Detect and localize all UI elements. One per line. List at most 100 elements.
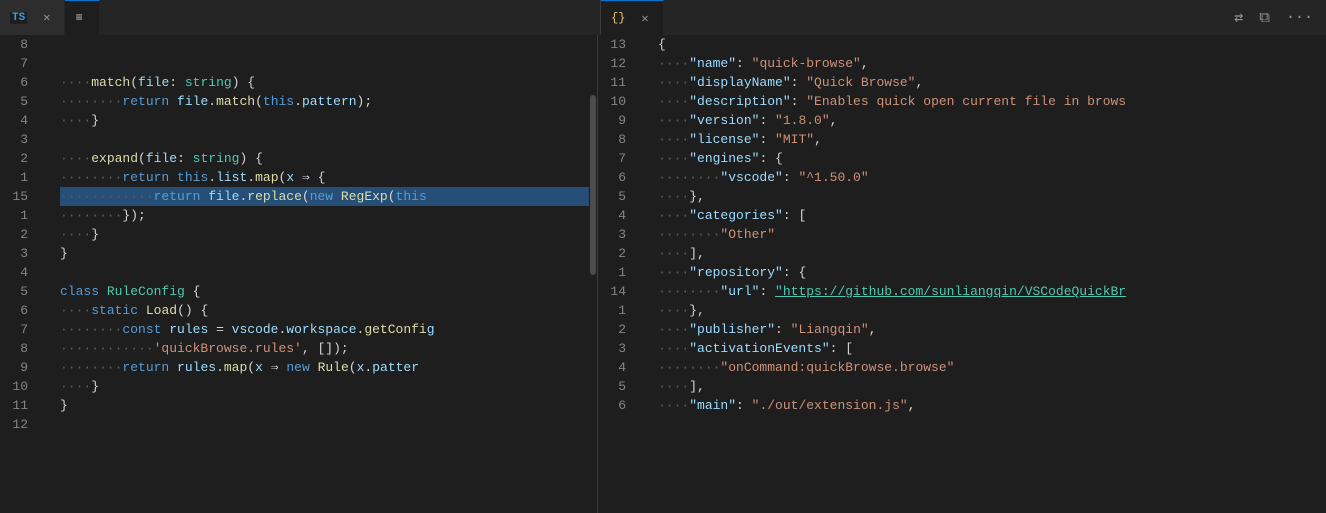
tab-spacer xyxy=(664,0,1222,35)
code-line: ····"name": "quick-browse", xyxy=(658,54,1316,73)
line-number: 3 xyxy=(610,225,630,244)
line-number: 1 xyxy=(610,263,630,282)
line-number: 10 xyxy=(610,92,630,111)
right-code-area[interactable]: 1312111098765432114123456 {····"name": "… xyxy=(598,35,1326,513)
line-number: 5 xyxy=(12,92,32,111)
code-line: ····"description": "Enables quick open c… xyxy=(658,92,1316,111)
left-scroll[interactable] xyxy=(589,35,597,513)
line-number: 3 xyxy=(610,339,630,358)
code-line: ········return rules.map(x ⇒ new Rule(x.… xyxy=(60,358,589,377)
line-number: 8 xyxy=(12,35,32,54)
code-line: } xyxy=(60,396,589,415)
line-number: 7 xyxy=(610,149,630,168)
tab-actions-right: ⇄ ⧉ ··· xyxy=(1221,0,1326,35)
code-line: ····"main": "./out/extension.js", xyxy=(658,396,1316,415)
code-line: ····"publisher": "Liangqin", xyxy=(658,320,1316,339)
tab-close-package-json[interactable]: ✕ xyxy=(637,9,652,28)
line-number: 9 xyxy=(610,111,630,130)
line-number: 4 xyxy=(610,206,630,225)
more-actions-icon[interactable]: ··· xyxy=(1281,7,1318,28)
code-line: ········return this.list.map(x ⇒ { xyxy=(60,168,589,187)
tab-close-extension-ts[interactable]: ✕ xyxy=(39,8,54,27)
code-line xyxy=(60,54,589,73)
right-gutter xyxy=(640,35,654,513)
code-line: ····"license": "MIT", xyxy=(658,130,1316,149)
line-number: 7 xyxy=(12,320,32,339)
right-code-content[interactable]: {····"name": "quick-browse",····"display… xyxy=(654,35,1316,513)
code-line: ····], xyxy=(658,377,1316,396)
left-editor-pane: 8765432115123456789101112 ····match(file… xyxy=(0,35,598,513)
code-line: ····"activationEvents": [ xyxy=(658,339,1316,358)
split-editor-icon[interactable]: ⧉ xyxy=(1254,7,1275,29)
code-line: ········}); xyxy=(60,206,589,225)
left-code-area[interactable]: 8765432115123456789101112 ····match(file… xyxy=(0,35,597,513)
code-line xyxy=(60,130,589,149)
right-line-numbers: 1312111098765432114123456 xyxy=(598,35,640,513)
line-number: 4 xyxy=(12,263,32,282)
line-number: 11 xyxy=(610,73,630,92)
line-number: 6 xyxy=(12,301,32,320)
line-number: 2 xyxy=(12,149,32,168)
line-number: 12 xyxy=(12,415,32,434)
line-number: 13 xyxy=(610,35,630,54)
tab-notes-txt[interactable]: ≡ xyxy=(65,0,99,35)
line-number: 4 xyxy=(610,358,630,377)
line-number: 2 xyxy=(610,320,630,339)
editors-container: 8765432115123456789101112 ····match(file… xyxy=(0,35,1326,513)
line-number: 8 xyxy=(610,130,630,149)
code-line: ····static Load() { xyxy=(60,301,589,320)
right-tab-group: {} ✕ ⇄ ⧉ ··· xyxy=(601,0,1326,35)
line-number: 9 xyxy=(12,358,32,377)
code-line: ····} xyxy=(60,225,589,244)
code-line: ····"categories": [ xyxy=(658,206,1316,225)
code-line xyxy=(60,263,589,282)
code-line xyxy=(60,415,589,434)
tab-package-json[interactable]: {} ✕ xyxy=(601,0,664,35)
left-code-content[interactable]: ····match(file: string) {········return … xyxy=(56,35,589,513)
left-scroll-thumb[interactable] xyxy=(590,95,596,275)
code-line xyxy=(60,35,589,54)
line-number: 1 xyxy=(12,206,32,225)
code-line: ····}, xyxy=(658,187,1316,206)
line-number: 14 xyxy=(610,282,630,301)
code-line: ····match(file: string) { xyxy=(60,73,589,92)
left-tab-group: TS ✕ ≡ xyxy=(0,0,600,35)
tab-extension-ts[interactable]: TS ✕ xyxy=(0,0,65,35)
code-line: { xyxy=(658,35,1316,54)
code-line: ····"repository": { xyxy=(658,263,1316,282)
code-line: ····} xyxy=(60,111,589,130)
code-line: ············'quickBrowse.rules', []); xyxy=(60,339,589,358)
line-number: 2 xyxy=(12,225,32,244)
code-line: ········"onCommand:quickBrowse.browse" xyxy=(658,358,1316,377)
code-line: ············return file.replace(new RegE… xyxy=(60,187,589,206)
line-number: 3 xyxy=(12,130,32,149)
line-number: 12 xyxy=(610,54,630,73)
code-line: ········return file.match(this.pattern); xyxy=(60,92,589,111)
code-line: ····} xyxy=(60,377,589,396)
right-minimap xyxy=(1316,35,1326,513)
line-number: 3 xyxy=(12,244,32,263)
goto-definition-icon[interactable]: ⇄ xyxy=(1229,6,1248,29)
tab-bar: TS ✕ ≡ {} ✕ ⇄ ⧉ ··· xyxy=(0,0,1326,35)
line-number: 6 xyxy=(12,73,32,92)
code-line: } xyxy=(60,244,589,263)
code-line: ····"version": "1.8.0", xyxy=(658,111,1316,130)
json-icon: {} xyxy=(611,11,625,25)
line-number: 5 xyxy=(610,377,630,396)
tab-overflow-left[interactable] xyxy=(100,0,116,35)
line-number: 7 xyxy=(12,54,32,73)
line-number: 15 xyxy=(12,187,32,206)
line-number: 4 xyxy=(12,111,32,130)
code-line: ····expand(file: string) { xyxy=(60,149,589,168)
line-number: 5 xyxy=(610,187,630,206)
left-line-numbers: 8765432115123456789101112 xyxy=(0,35,42,513)
code-line: ····], xyxy=(658,244,1316,263)
right-editor-pane: 1312111098765432114123456 {····"name": "… xyxy=(598,35,1326,513)
code-line: ········"url": "https://github.com/sunli… xyxy=(658,282,1316,301)
line-number: 1 xyxy=(12,168,32,187)
code-line: ········"vscode": "^1.50.0" xyxy=(658,168,1316,187)
line-number: 6 xyxy=(610,168,630,187)
code-line: ····"engines": { xyxy=(658,149,1316,168)
line-number: 10 xyxy=(12,377,32,396)
ts-icon: TS xyxy=(10,12,27,24)
